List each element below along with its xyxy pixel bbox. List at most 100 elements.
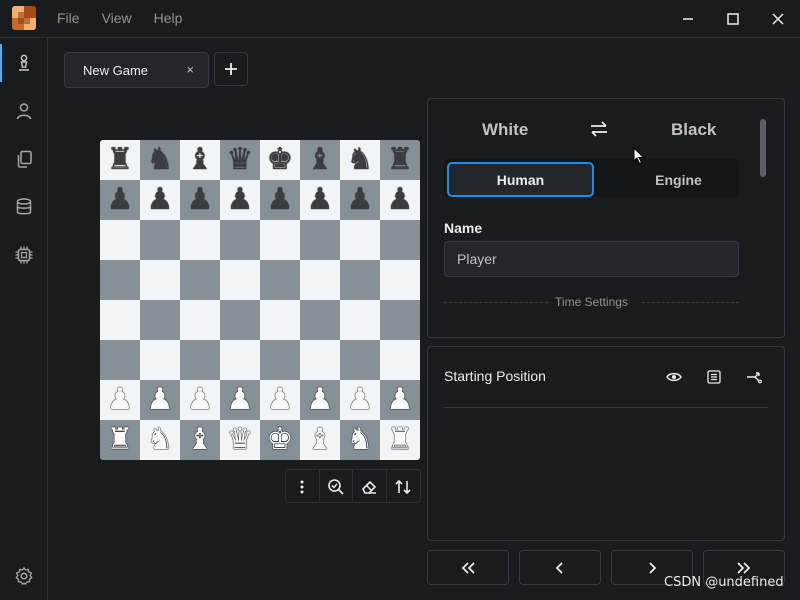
black-piece[interactable]: ♟ (267, 185, 294, 215)
square-f8[interactable]: ♝ (300, 140, 340, 180)
square-b6[interactable] (140, 220, 180, 260)
square-e4[interactable] (260, 300, 300, 340)
square-d5[interactable] (220, 260, 260, 300)
black-piece[interactable]: ♝ (187, 145, 214, 175)
go-to-start-button[interactable] (427, 550, 509, 585)
flip-board-button[interactable] (386, 470, 420, 502)
sidebar-item-boards[interactable] (0, 40, 48, 86)
square-d3[interactable] (220, 340, 260, 380)
square-h1[interactable]: ♜ (380, 420, 420, 460)
black-piece[interactable]: ♟ (227, 185, 254, 215)
square-h8[interactable]: ♜ (380, 140, 420, 180)
sidebar-item-files[interactable] (0, 136, 48, 182)
square-g7[interactable]: ♟ (340, 180, 380, 220)
add-tab-button[interactable] (214, 52, 248, 86)
square-b8[interactable]: ♞ (140, 140, 180, 180)
black-piece[interactable]: ♟ (387, 185, 414, 215)
white-piece[interactable]: ♚ (267, 425, 294, 455)
previous-move-button[interactable] (519, 550, 601, 585)
black-piece[interactable]: ♞ (147, 145, 174, 175)
chess-board[interactable]: ♜ ♞ ♝ ♛ ♚ ♝ ♞ ♜ ♟ ♟ ♟ ♟ ♟ ♟ ♟ ♟ ♟ ♟ ♟ ♟ ♟ ♟ ♟ ♟ ♜ ♞ ♝ ♛ ♚ ♝ ♞ ♜ (100, 140, 420, 460)
square-c6[interactable] (180, 220, 220, 260)
square-e3[interactable] (260, 340, 300, 380)
white-piece[interactable]: ♟ (307, 385, 334, 415)
tab-close-icon[interactable]: × (186, 62, 194, 77)
player-name-input[interactable]: Player (444, 241, 739, 277)
square-g8[interactable]: ♞ (340, 140, 380, 180)
square-g1[interactable]: ♞ (340, 420, 380, 460)
square-g3[interactable] (340, 340, 380, 380)
analyze-button[interactable] (319, 470, 353, 502)
square-f3[interactable] (300, 340, 340, 380)
engine-option[interactable]: Engine (605, 162, 752, 197)
white-piece[interactable]: ♝ (187, 425, 214, 455)
square-d7[interactable]: ♟ (220, 180, 260, 220)
notation-list-button[interactable] (704, 367, 724, 387)
square-h7[interactable]: ♟ (380, 180, 420, 220)
square-g6[interactable] (340, 220, 380, 260)
menu-file[interactable]: File (57, 10, 80, 26)
close-window-button[interactable] (766, 7, 790, 31)
square-d8[interactable]: ♛ (220, 140, 260, 180)
square-b5[interactable] (140, 260, 180, 300)
black-piece[interactable]: ♟ (307, 185, 334, 215)
white-piece[interactable]: ♜ (387, 425, 414, 455)
square-d1[interactable]: ♛ (220, 420, 260, 460)
square-b1[interactable]: ♞ (140, 420, 180, 460)
square-g5[interactable] (340, 260, 380, 300)
square-c5[interactable] (180, 260, 220, 300)
sidebar-item-engines[interactable] (0, 232, 48, 278)
square-f2[interactable]: ♟ (300, 380, 340, 420)
white-piece[interactable]: ♝ (307, 425, 334, 455)
black-piece[interactable]: ♝ (307, 145, 334, 175)
white-piece[interactable]: ♟ (387, 385, 414, 415)
square-f1[interactable]: ♝ (300, 420, 340, 460)
square-a2[interactable]: ♟ (100, 380, 140, 420)
square-a1[interactable]: ♜ (100, 420, 140, 460)
square-d6[interactable] (220, 220, 260, 260)
black-piece[interactable]: ♛ (227, 145, 254, 175)
square-e6[interactable] (260, 220, 300, 260)
square-b2[interactable]: ♟ (140, 380, 180, 420)
square-c2[interactable]: ♟ (180, 380, 220, 420)
maximize-button[interactable] (721, 7, 745, 31)
black-piece[interactable]: ♜ (387, 145, 414, 175)
variations-button[interactable] (744, 367, 764, 387)
square-d2[interactable]: ♟ (220, 380, 260, 420)
square-e1[interactable]: ♚ (260, 420, 300, 460)
black-piece[interactable]: ♟ (347, 185, 374, 215)
square-f5[interactable] (300, 260, 340, 300)
square-a7[interactable]: ♟ (100, 180, 140, 220)
square-f4[interactable] (300, 300, 340, 340)
white-piece[interactable]: ♟ (107, 385, 134, 415)
sidebar-item-databases[interactable] (0, 184, 48, 230)
menu-help[interactable]: Help (154, 10, 183, 26)
sidebar-item-accounts[interactable] (0, 88, 48, 134)
white-piece[interactable]: ♟ (267, 385, 294, 415)
square-a4[interactable] (100, 300, 140, 340)
erase-button[interactable] (353, 470, 387, 502)
white-piece[interactable]: ♜ (107, 425, 134, 455)
players-scrollbar[interactable] (760, 119, 766, 177)
white-piece[interactable]: ♞ (347, 425, 374, 455)
white-piece[interactable]: ♛ (227, 425, 254, 455)
square-h2[interactable]: ♟ (380, 380, 420, 420)
black-piece[interactable]: ♞ (347, 145, 374, 175)
square-e2[interactable]: ♟ (260, 380, 300, 420)
square-h5[interactable] (380, 260, 420, 300)
black-piece[interactable]: ♟ (187, 185, 214, 215)
square-c1[interactable]: ♝ (180, 420, 220, 460)
sidebar-item-settings[interactable] (0, 553, 48, 599)
menu-view[interactable]: View (102, 10, 132, 26)
black-piece[interactable]: ♚ (267, 145, 294, 175)
white-piece[interactable]: ♟ (187, 385, 214, 415)
eye-button[interactable] (664, 367, 684, 387)
square-f7[interactable]: ♟ (300, 180, 340, 220)
square-c3[interactable] (180, 340, 220, 380)
square-e8[interactable]: ♚ (260, 140, 300, 180)
square-e7[interactable]: ♟ (260, 180, 300, 220)
square-h6[interactable] (380, 220, 420, 260)
black-piece[interactable]: ♜ (107, 145, 134, 175)
square-c7[interactable]: ♟ (180, 180, 220, 220)
square-a5[interactable] (100, 260, 140, 300)
